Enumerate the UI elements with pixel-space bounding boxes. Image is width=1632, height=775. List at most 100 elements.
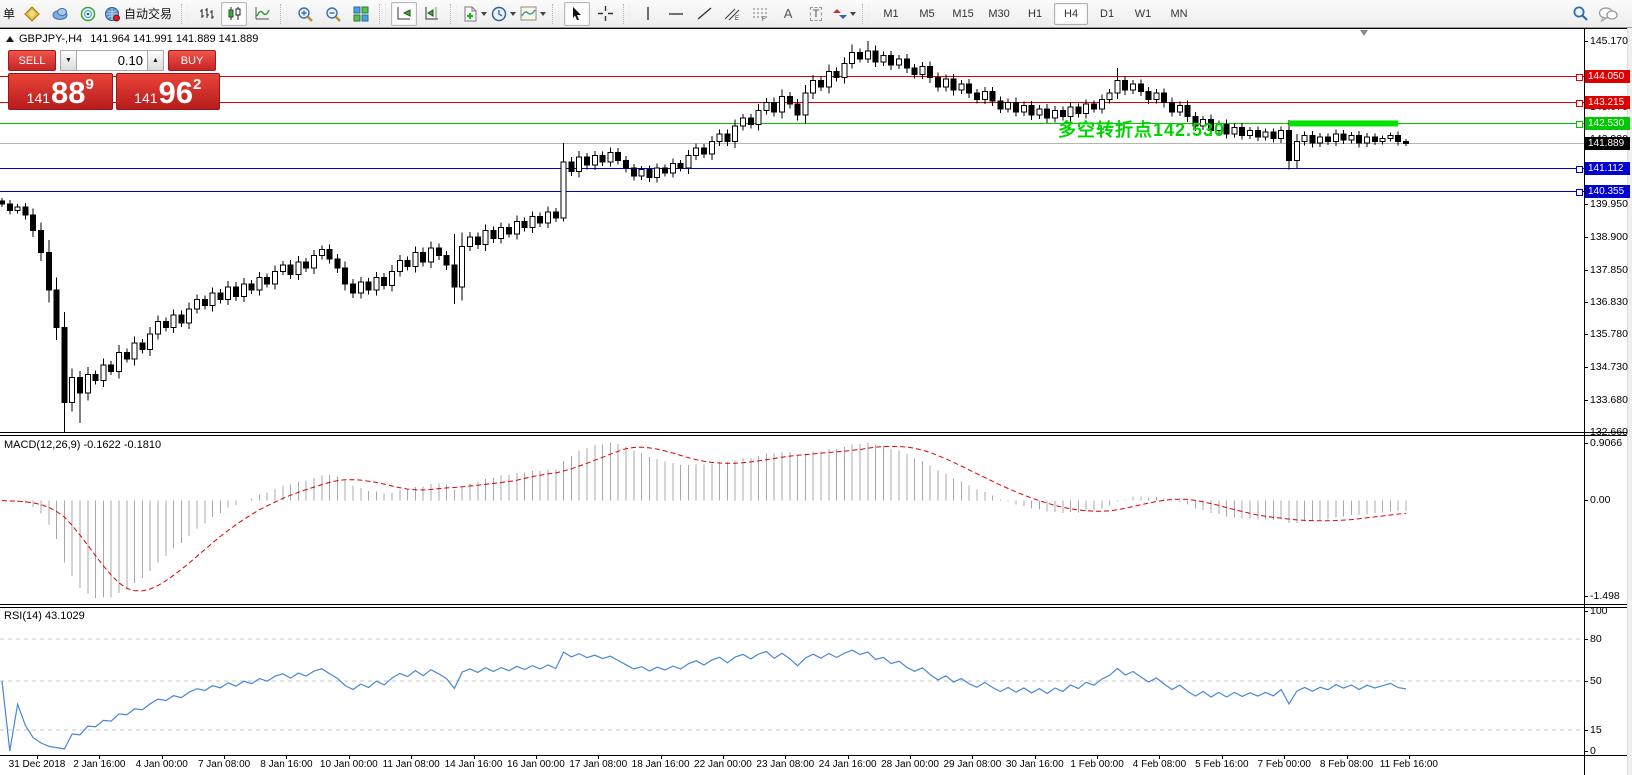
time-axis-label: 22 Jan 00:00 — [694, 759, 752, 770]
volume-input[interactable] — [77, 50, 147, 71]
panel-separator[interactable] — [0, 435, 1632, 436]
timeframe-MN[interactable]: MN — [1162, 3, 1196, 25]
price-axis-tick — [1584, 41, 1588, 42]
mt4-window: 单 自动交易 — [0, 0, 1632, 775]
text-label-icon: T — [810, 7, 823, 21]
ohlc-values: 141.964 141.991 141.889 141.889 — [90, 33, 258, 45]
timeframe-H4[interactable]: H4 — [1054, 3, 1088, 25]
rsi-axis-tick — [1584, 730, 1588, 731]
tile-windows-button[interactable] — [348, 2, 374, 26]
caret-down-icon — [540, 12, 546, 16]
buy-price-main: 96 — [159, 79, 193, 106]
rsi-axis-label: 80 — [1590, 633, 1602, 645]
indicators-dropdown[interactable] — [462, 2, 488, 26]
publish-icon-button[interactable] — [47, 2, 73, 26]
crosshair-tool-button[interactable] — [592, 2, 618, 26]
separator — [623, 4, 630, 24]
time-axis-label: 30 Jan 16:00 — [1006, 759, 1064, 770]
time-axis-label: 16 Jan 00:00 — [507, 759, 565, 770]
timeframe-M30[interactable]: M30 — [982, 3, 1016, 25]
price-axis-tick — [1584, 204, 1588, 205]
bar-chart-button[interactable] — [193, 2, 219, 26]
zoom-out-button[interactable] — [320, 2, 346, 26]
timeframe-M1[interactable]: M1 — [874, 3, 908, 25]
price-axis-label: 134.730 — [1590, 361, 1628, 373]
new-order-button[interactable]: 单 — [3, 5, 15, 22]
line-chart-button[interactable] — [249, 2, 275, 26]
buy-price-button[interactable]: 141 96 2 — [116, 73, 221, 110]
text-tool[interactable]: A — [775, 2, 801, 26]
volume-decrease-button[interactable]: ▼ — [60, 50, 77, 71]
sell-button[interactable]: SELL — [8, 50, 56, 71]
periods-dropdown[interactable] — [490, 2, 517, 26]
price-axis-label: 135.780 — [1590, 328, 1628, 340]
search-button[interactable] — [1567, 2, 1593, 26]
buy-button[interactable]: BUY — [168, 50, 216, 71]
macd-axis-label: 0.00 — [1590, 494, 1610, 506]
arrows-dropdown[interactable] — [831, 2, 857, 26]
rsi-axis-tick — [1584, 611, 1588, 612]
search-icon — [1572, 5, 1589, 22]
rsi-axis-tick — [1584, 681, 1588, 682]
cursor-tool-button[interactable] — [564, 2, 590, 26]
level-anchor-square — [1576, 100, 1583, 107]
caret-down-icon — [510, 12, 516, 16]
sell-price-button[interactable]: 141 88 9 — [8, 73, 113, 110]
text-label-tool[interactable]: T — [803, 2, 829, 26]
trendline-tool[interactable] — [691, 2, 717, 26]
level-anchor-square — [1576, 189, 1583, 196]
chart-shift-icon — [424, 6, 440, 21]
timeframe-M5[interactable]: M5 — [910, 3, 944, 25]
line-chart-icon — [255, 6, 270, 21]
rsi-axis-label: 50 — [1590, 675, 1602, 687]
time-axis-label: 11 Feb 16:00 — [1380, 759, 1438, 770]
panel-separator[interactable] — [0, 432, 1632, 433]
panel-separator[interactable] — [0, 607, 1632, 608]
timeframe-H1[interactable]: H1 — [1018, 3, 1052, 25]
timeframe-D1[interactable]: D1 — [1090, 3, 1124, 25]
time-axis-label: 7 Feb 00:00 — [1258, 759, 1311, 770]
zoom-in-button[interactable] — [292, 2, 318, 26]
signals-button[interactable] — [75, 2, 101, 26]
autotrading-button[interactable]: 自动交易 — [103, 2, 176, 26]
horizontal-line-tool[interactable] — [663, 2, 689, 26]
volume-increase-button[interactable]: ▲ — [147, 50, 164, 71]
signal-icon — [80, 6, 96, 22]
time-axis-label: 24 Jan 16:00 — [819, 759, 877, 770]
bar-chart-icon — [199, 6, 214, 21]
rsi-label: RSI(14) 43.1029 — [4, 610, 85, 622]
panel-separator[interactable] — [0, 604, 1632, 605]
candlestick-chart-button[interactable] — [221, 2, 247, 26]
sell-price-main: 88 — [51, 79, 85, 106]
timeframe-M15[interactable]: M15 — [946, 3, 980, 25]
chart-shift-button[interactable] — [419, 2, 445, 26]
templates-dropdown[interactable] — [519, 2, 547, 26]
cloud-icon — [52, 6, 69, 22]
profile-icon[interactable] — [19, 2, 45, 26]
vertical-line-tool[interactable] — [635, 2, 661, 26]
fibonacci-icon: F — [752, 6, 768, 21]
symbol-period-label: GBPJPY-,H4 — [19, 33, 82, 45]
timeframe-W1[interactable]: W1 — [1126, 3, 1160, 25]
time-axis-label: 31 Dec 2018 — [9, 759, 66, 770]
rsi-axis-label: 100 — [1590, 605, 1608, 617]
time-axis-label: 8 Feb 08:00 — [1320, 759, 1373, 770]
separator — [181, 4, 188, 24]
price-axis-tick — [1584, 334, 1588, 335]
chart-window[interactable] — [0, 28, 1632, 775]
price-axis-label: 136.830 — [1590, 296, 1628, 308]
price-axis-tick — [1584, 237, 1588, 238]
text-tool-icon: A — [784, 6, 793, 21]
expand-arrow-icon[interactable] — [6, 36, 14, 42]
clock-icon — [491, 6, 507, 22]
toolbar: 单 自动交易 — [0, 0, 1632, 28]
autoscroll-button[interactable] — [391, 2, 417, 26]
fibonacci-tool[interactable]: F — [747, 2, 773, 26]
price-axis-label: 137.850 — [1590, 264, 1628, 276]
buy-price-base: 141 — [134, 91, 157, 106]
rsi-axis-tick — [1584, 639, 1588, 640]
chat-button[interactable] — [1595, 2, 1621, 26]
macd-axis-label: -1.498 — [1590, 590, 1620, 602]
channel-tool[interactable]: E — [719, 2, 745, 26]
timeframe-bar: M1M5M15M30H1H4D1W1MN — [873, 3, 1197, 25]
